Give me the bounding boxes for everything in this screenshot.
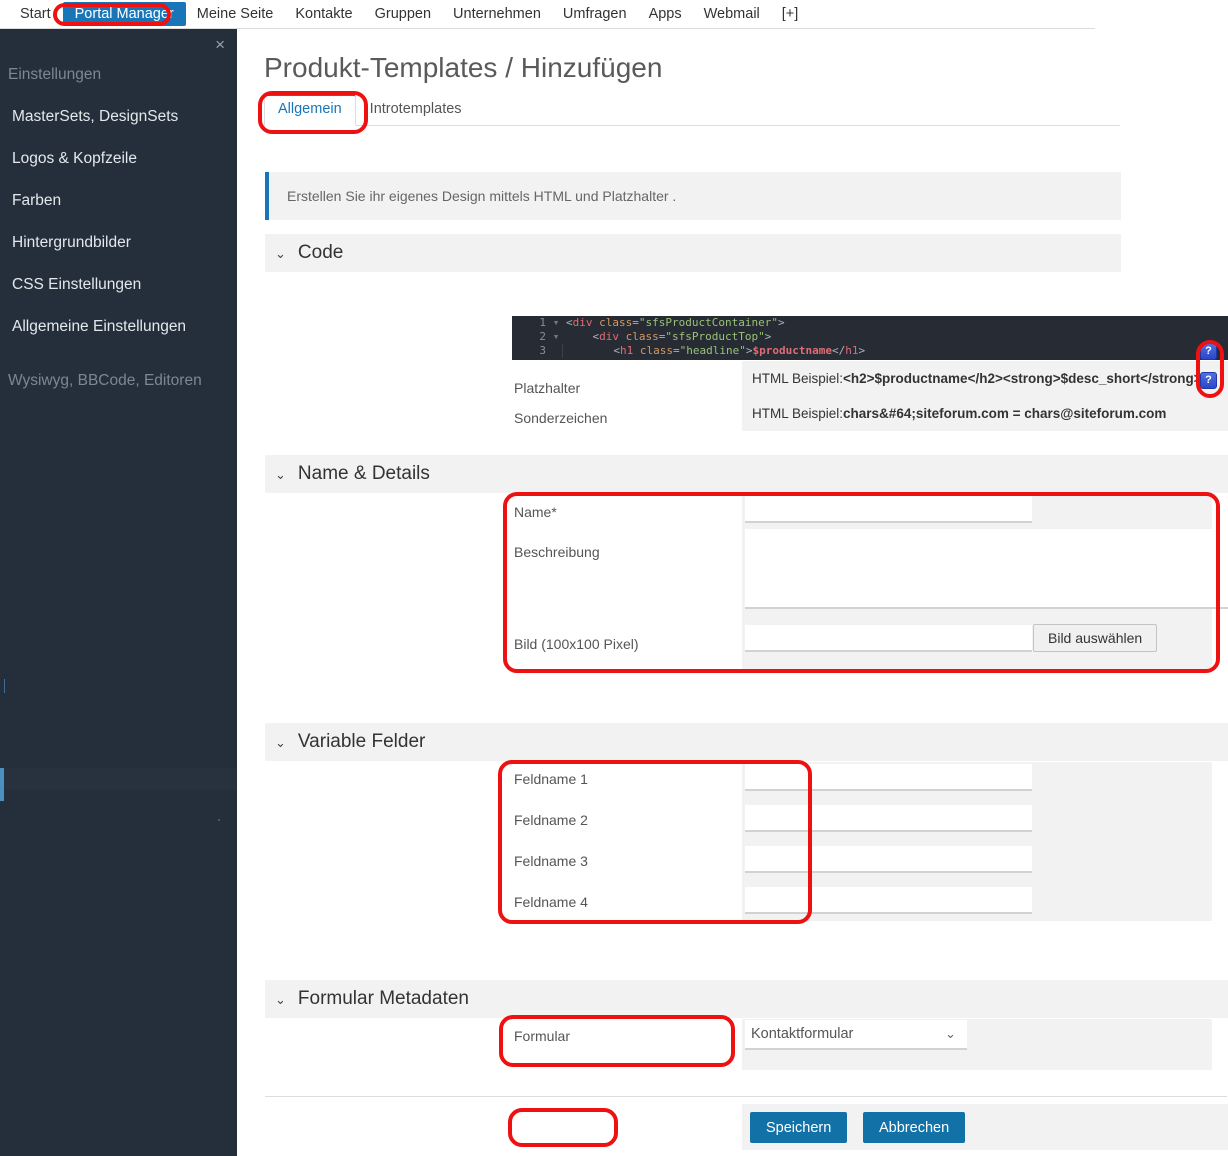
placeholder-row-sonderzeichen: HTML Beispiel: chars&#64;siteforum.com =…: [742, 396, 1228, 431]
code-line-number: 3: [512, 344, 550, 358]
nav-item-meine-seite[interactable]: Meine Seite: [186, 3, 285, 25]
feldname-4-input[interactable]: [745, 887, 1032, 914]
label-feldname-1: Feldname 1: [514, 771, 588, 787]
section-title-code: Code: [297, 242, 344, 263]
tab-introtemplates[interactable]: Introtemplates: [356, 95, 476, 125]
help-icon-platzhalter[interactable]: ?: [1200, 343, 1217, 360]
label-name: Name*: [514, 504, 557, 520]
code-line-number: 1: [512, 316, 550, 330]
bild-input[interactable]: [745, 625, 1032, 652]
code-line-text: <h1 class="headline">$productname</h1>: [562, 344, 865, 358]
sidebar-item-hintergrundbilder[interactable]: Hintergrundbilder: [0, 233, 237, 253]
label-formular: Formular: [514, 1028, 571, 1044]
cancel-button[interactable]: Abbrechen: [863, 1112, 966, 1143]
code-line: 1 ▾ <div class="sfsProductContainer">: [512, 316, 1228, 330]
label-sonderzeichen: Sonderzeichen: [514, 410, 608, 426]
bild-auswaehlen-button[interactable]: Bild auswählen: [1033, 624, 1158, 652]
label-feldname-4: Feldname 4: [514, 894, 588, 910]
sidebar-item-allgemeine-einstellungen[interactable]: Allgemeine Einstellungen: [0, 317, 237, 337]
beschreibung-textarea[interactable]: [745, 529, 1228, 609]
nav-item-start[interactable]: Start: [8, 2, 63, 26]
feldname-1-input[interactable]: [745, 764, 1032, 791]
nav-item-add-more[interactable]: [+]: [771, 3, 810, 25]
label-bild: Bild (100x100 Pixel): [514, 636, 639, 652]
placeholder-lead: HTML Beispiel:: [752, 371, 844, 386]
formular-select[interactable]: Kontaktformular: [745, 1020, 967, 1050]
top-navigation-bar: Start Portal Manager Meine Seite Kontakt…: [0, 0, 1095, 29]
sidebar-hover-band[interactable]: [0, 768, 237, 790]
placeholder-code: <h2>$productname</h2><strong>$desc_short…: [843, 371, 1202, 386]
nav-item-apps[interactable]: Apps: [638, 3, 693, 25]
sidebar-item-css-einstellungen[interactable]: CSS Einstellungen: [0, 275, 237, 295]
code-editor[interactable]: 1 ▾ <div class="sfsProductContainer"> 2 …: [512, 316, 1228, 360]
label-feldname-3: Feldname 3: [514, 853, 588, 869]
feldname-3-input[interactable]: [745, 846, 1032, 873]
label-platzhalter: Platzhalter: [514, 380, 581, 396]
nav-item-webmail[interactable]: Webmail: [693, 3, 771, 25]
section-header-code[interactable]: ⌄ Code: [265, 234, 1121, 272]
code-fold-icon: [550, 344, 562, 358]
section-title-variable-felder: Variable Felder: [297, 731, 426, 752]
tab-bar: Allgemein Introtemplates: [264, 94, 1120, 126]
code-fold-icon[interactable]: ▾: [550, 316, 562, 330]
sidebar-dot-marker: [218, 819, 220, 821]
chevron-down-icon: ⌄: [275, 246, 286, 261]
sidebar-group-einstellungen: Einstellungen: [8, 66, 102, 83]
feldname-2-input[interactable]: [745, 805, 1032, 832]
code-line-number: 2: [512, 330, 550, 344]
page-title: Produkt-Templates / Hinzufügen: [264, 51, 663, 83]
sidebar-item-mastersets-designsets[interactable]: MasterSets, DesignSets: [0, 107, 237, 127]
section-header-name-details[interactable]: ⌄ Name & Details: [265, 455, 1228, 493]
sidebar-active-accent-bar: [0, 768, 4, 801]
footer-separator: [265, 1096, 1227, 1097]
code-line-text: <div class="sfsProductTop">: [592, 330, 772, 343]
section-header-formular-metadaten[interactable]: ⌄ Formular Metadaten: [265, 980, 1228, 1018]
chevron-down-icon: ⌄: [275, 467, 286, 482]
main-content: Produkt-Templates / Hinzufügen Allgemein…: [237, 29, 1228, 1156]
tab-allgemein[interactable]: Allgemein: [264, 94, 356, 126]
placeholder-row-platzhalter: HTML Beispiel: <h2>$productname</h2><str…: [742, 361, 1228, 396]
sidebar-group-wysiwyg-bbcode-editoren: Wysiwyg, BBCode, Editoren: [8, 372, 202, 389]
sidebar-text-cursor: [4, 679, 5, 693]
code-line: 2 ▾ <div class="sfsProductTop">: [512, 330, 1228, 344]
name-input[interactable]: [745, 496, 1032, 523]
nav-item-umfragen[interactable]: Umfragen: [552, 3, 638, 25]
sidebar: × Einstellungen MasterSets, DesignSets L…: [0, 29, 237, 1156]
sidebar-item-farben[interactable]: Farben: [0, 191, 237, 211]
placeholder-code: chars&#64;siteforum.com = chars@siteforu…: [843, 406, 1167, 421]
chevron-down-icon: ⌄: [275, 992, 286, 1007]
code-line: 3 <h1 class="headline">$productname</h1>: [512, 344, 1228, 358]
label-feldname-2: Feldname 2: [514, 812, 588, 828]
info-banner-text: Erstellen Sie ihr eigenes Design mittels…: [287, 188, 677, 204]
code-line-text: <div class="sfsProductContainer">: [566, 316, 785, 329]
section-header-variable-felder[interactable]: ⌄ Variable Felder: [265, 723, 1228, 761]
close-icon[interactable]: ×: [215, 36, 225, 53]
code-fold-icon[interactable]: ▾: [550, 330, 562, 344]
help-icon-sonderzeichen[interactable]: ?: [1200, 372, 1217, 389]
nav-item-gruppen[interactable]: Gruppen: [364, 3, 442, 25]
nav-item-kontakte[interactable]: Kontakte: [284, 3, 363, 25]
section-title-formular-metadaten: Formular Metadaten: [297, 988, 469, 1009]
sidebar-item-logos-kopfzeile[interactable]: Logos & Kopfzeile: [0, 149, 237, 169]
section-title-name-details: Name & Details: [297, 463, 430, 484]
placeholder-lead: HTML Beispiel:: [752, 406, 844, 421]
save-button[interactable]: Speichern: [750, 1112, 848, 1143]
placeholder-info-block: HTML Beispiel: <h2>$productname</h2><str…: [742, 361, 1228, 431]
chevron-down-icon: ⌄: [275, 735, 286, 750]
nav-item-portal-manager[interactable]: Portal Manager: [62, 2, 186, 26]
nav-item-unternehmen[interactable]: Unternehmen: [442, 3, 552, 25]
info-banner: Erstellen Sie ihr eigenes Design mittels…: [265, 172, 1121, 220]
label-beschreibung: Beschreibung: [514, 544, 600, 560]
